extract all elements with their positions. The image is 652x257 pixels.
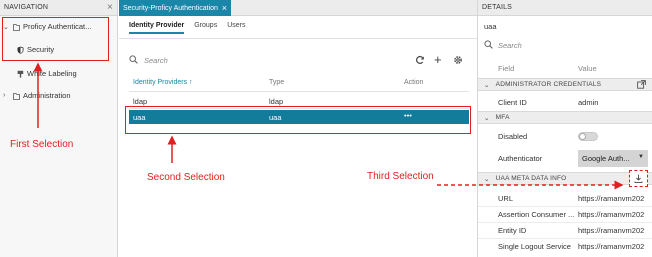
document-tab-label: Security-Proficy Authentication [123, 4, 218, 12]
section-mfa[interactable]: ⌄ MFA [478, 111, 652, 124]
column-header-field: Field [498, 64, 515, 73]
close-tab-icon[interactable]: × [222, 3, 227, 13]
field-label: Authenticator [498, 154, 543, 163]
search-icon [484, 40, 493, 51]
second-selection-highlight [125, 106, 471, 134]
dropdown-value: Google Auth... [582, 154, 630, 163]
gear-icon[interactable] [453, 55, 463, 68]
field-label: Entity ID [498, 226, 527, 235]
third-selection-label: Third Selection [367, 171, 434, 182]
section-title: UAA META DATA INFO [495, 175, 567, 182]
chevron-down-icon[interactable]: ⌄ [484, 175, 490, 183]
divider [129, 91, 469, 92]
download-icon[interactable] [629, 170, 648, 187]
field-label: URL [498, 194, 514, 203]
divider [119, 38, 477, 39]
navigation-header: NAVIGATION × [0, 0, 117, 16]
cell-type: ldap [269, 97, 284, 106]
details-title: DETAILS [482, 4, 513, 11]
field-value: https://ramanvm202 [578, 226, 645, 235]
field-label: Disabled [498, 132, 528, 141]
search-input[interactable]: Search [144, 56, 168, 65]
add-icon[interactable]: + [434, 52, 442, 67]
details-search-box[interactable]: Search [484, 40, 522, 51]
column-header-type[interactable]: Type [269, 79, 284, 86]
chevron-down-icon[interactable]: ⌄ [484, 114, 490, 122]
field-label: Assertion Consumer ... [498, 210, 575, 219]
nav-item-label: Administration [23, 91, 71, 100]
document-tab-bar: Security-Proficy Authentication × [119, 0, 477, 16]
nav-item-white-labeling[interactable]: White Labeling [17, 69, 77, 78]
details-pane: DETAILS uaa Search Field Value ⌄ ADMINIS… [477, 0, 652, 257]
details-search-input[interactable]: Search [498, 41, 522, 50]
mfa-disabled-toggle[interactable] [578, 132, 598, 141]
first-selection-highlight [2, 17, 109, 61]
close-icon[interactable]: × [107, 2, 113, 13]
search-icon [129, 55, 138, 66]
field-value: https://ramanvm202 [578, 210, 645, 219]
section-administrator-credentials[interactable]: ⌄ ADMINISTRATOR CREDENTIALS [478, 78, 652, 91]
toggle-knob [579, 133, 586, 140]
tab-users[interactable]: Users [227, 22, 245, 34]
section-title: ADMINISTRATOR CREDENTIALS [495, 81, 602, 88]
details-item-name: uaa [484, 22, 497, 31]
chevron-right-icon[interactable]: › [3, 92, 10, 99]
column-header-value: Value [578, 64, 597, 73]
column-label: Identity Providers [133, 79, 188, 86]
chevron-down-icon[interactable]: ⌄ [484, 81, 490, 89]
search-box[interactable]: Search [129, 55, 168, 66]
field-label: Client ID [498, 98, 527, 107]
divider [478, 206, 652, 207]
caret-down-icon: ▼ [638, 154, 644, 160]
field-value: admin [578, 98, 599, 107]
details-header: DETAILS [478, 0, 652, 16]
cell-name: ldap [133, 97, 148, 106]
divider [478, 238, 652, 239]
second-selection-label: Second Selection [147, 172, 225, 183]
tab-groups[interactable]: Groups [194, 22, 217, 34]
authenticator-dropdown[interactable]: Google Auth... ▼ [578, 150, 648, 167]
navigation-title: NAVIGATION [4, 4, 49, 11]
first-selection-label: First Selection [10, 139, 74, 150]
refresh-icon[interactable] [415, 55, 425, 68]
tab-identity-provider[interactable]: Identity Provider [129, 22, 185, 34]
folder-icon [13, 92, 20, 100]
field-value: https://ramanvm202 [578, 242, 645, 251]
divider [478, 222, 652, 223]
field-value: https://ramanvm202 [578, 194, 645, 203]
external-link-icon[interactable] [637, 80, 646, 91]
section-title: MFA [495, 114, 510, 121]
brush-icon [17, 70, 24, 78]
sort-up-icon: ↑ [189, 79, 193, 86]
table-header: Identity Providers ↑ Type Action [129, 79, 469, 90]
nav-item-label: White Labeling [27, 69, 77, 78]
column-header-identity-providers[interactable]: Identity Providers ↑ [133, 79, 193, 86]
subtab-bar: Identity Provider Groups Users [129, 22, 245, 34]
column-header-action[interactable]: Action [404, 79, 423, 86]
field-label: Single Logout Service [498, 242, 571, 251]
section-uaa-meta-data-info[interactable]: ⌄ UAA META DATA INFO [478, 172, 652, 185]
document-tab[interactable]: Security-Proficy Authentication × [119, 0, 231, 16]
nav-item-administration[interactable]: › Administration [3, 91, 71, 100]
